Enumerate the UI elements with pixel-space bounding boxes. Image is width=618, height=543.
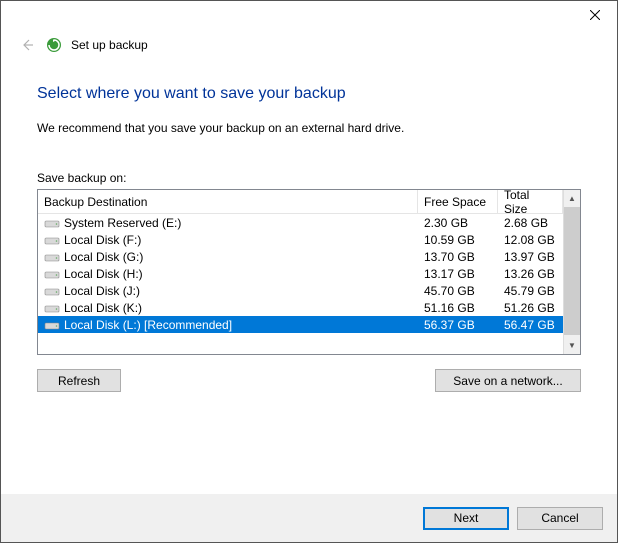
- drive-icon: [44, 285, 60, 297]
- free-space-cell: 2.30 GB: [418, 216, 498, 230]
- wizard-window: Set up backup Select where you want to s…: [0, 0, 618, 543]
- list-button-row: Refresh Save on a network...: [37, 369, 581, 392]
- titlebar: [1, 1, 617, 31]
- save-on-network-button[interactable]: Save on a network...: [435, 369, 581, 392]
- free-space-cell: 45.70 GB: [418, 284, 498, 298]
- drive-icon: [44, 268, 60, 280]
- close-button[interactable]: [572, 1, 617, 29]
- total-size-cell: 12.08 GB: [498, 233, 563, 247]
- list-label: Save backup on:: [37, 171, 581, 185]
- scroll-thumb[interactable]: [564, 207, 580, 335]
- list-row[interactable]: Local Disk (F:) 10.59 GB12.08 GB: [38, 231, 563, 248]
- drive-icon: [44, 319, 60, 331]
- destination-cell: Local Disk (J:): [38, 284, 418, 298]
- free-space-cell: 56.37 GB: [418, 318, 498, 332]
- free-space-cell: 10.59 GB: [418, 233, 498, 247]
- drive-icon: [44, 251, 60, 263]
- backup-app-icon: [45, 36, 63, 54]
- destination-name: System Reserved (E:): [64, 216, 181, 230]
- free-space-cell: 13.70 GB: [418, 250, 498, 264]
- drive-icon: [44, 217, 60, 229]
- column-header-free-space[interactable]: Free Space: [418, 190, 498, 213]
- total-size-cell: 51.26 GB: [498, 301, 563, 315]
- column-header-destination[interactable]: Backup Destination: [38, 190, 418, 213]
- cancel-button[interactable]: Cancel: [517, 507, 603, 530]
- list-row[interactable]: Local Disk (H:) 13.17 GB13.26 GB: [38, 265, 563, 282]
- destination-cell: Local Disk (H:): [38, 267, 418, 281]
- back-button[interactable]: [17, 35, 37, 55]
- list-row[interactable]: Local Disk (G:) 13.70 GB13.97 GB: [38, 248, 563, 265]
- drive-icon: [44, 302, 60, 314]
- next-button[interactable]: Next: [423, 507, 509, 530]
- list-row[interactable]: Local Disk (L:) [Recommended] 56.37 GB56.…: [38, 316, 563, 333]
- total-size-cell: 13.97 GB: [498, 250, 563, 264]
- page-heading: Select where you want to save your backu…: [37, 85, 581, 103]
- list-content: Backup Destination Free Space Total Size…: [38, 190, 563, 354]
- drive-icon: [44, 234, 60, 246]
- destination-cell: Local Disk (K:): [38, 301, 418, 315]
- scroll-down-button[interactable]: ▼: [564, 337, 580, 354]
- destination-name: Local Disk (K:): [64, 301, 142, 315]
- list-header[interactable]: Backup Destination Free Space Total Size: [38, 190, 563, 214]
- total-size-cell: 13.26 GB: [498, 267, 563, 281]
- content-area: Select where you want to save your backu…: [1, 55, 617, 494]
- total-size-cell: 2.68 GB: [498, 216, 563, 230]
- destination-cell: Local Disk (F:): [38, 233, 418, 247]
- vertical-scrollbar[interactable]: ▲ ▼: [563, 190, 580, 354]
- free-space-cell: 51.16 GB: [418, 301, 498, 315]
- total-size-cell: 56.47 GB: [498, 318, 563, 332]
- header-row: Set up backup: [1, 31, 617, 55]
- wizard-title: Set up backup: [71, 38, 148, 52]
- destination-name: Local Disk (J:): [64, 284, 140, 298]
- list-row[interactable]: System Reserved (E:) 2.30 GB2.68 GB: [38, 214, 563, 231]
- destination-name: Local Disk (G:): [64, 250, 143, 264]
- destination-cell: Local Disk (G:): [38, 250, 418, 264]
- destination-cell: Local Disk (L:) [Recommended]: [38, 318, 418, 332]
- destination-name: Local Disk (F:): [64, 233, 141, 247]
- list-row[interactable]: Local Disk (K:) 51.16 GB51.26 GB: [38, 299, 563, 316]
- column-header-total-size[interactable]: Total Size: [498, 190, 563, 213]
- destination-cell: System Reserved (E:): [38, 216, 418, 230]
- close-icon: [590, 10, 600, 20]
- scroll-up-button[interactable]: ▲: [564, 190, 580, 207]
- destination-name: Local Disk (L:) [Recommended]: [64, 318, 232, 332]
- destination-listbox[interactable]: Backup Destination Free Space Total Size…: [37, 189, 581, 355]
- list-row[interactable]: Local Disk (J:) 45.70 GB45.79 GB: [38, 282, 563, 299]
- destination-name: Local Disk (H:): [64, 267, 143, 281]
- refresh-button[interactable]: Refresh: [37, 369, 121, 392]
- total-size-cell: 45.79 GB: [498, 284, 563, 298]
- footer: Next Cancel: [1, 494, 617, 542]
- page-subtext: We recommend that you save your backup o…: [37, 121, 581, 135]
- back-arrow-icon: [19, 37, 35, 53]
- free-space-cell: 13.17 GB: [418, 267, 498, 281]
